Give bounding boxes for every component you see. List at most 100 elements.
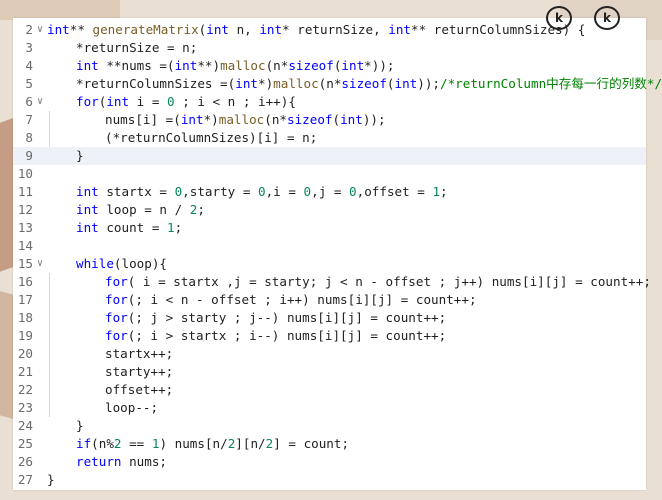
collapse-icon-button[interactable]: k bbox=[546, 6, 572, 30]
code-line[interactable]: 18 for(; j > starty ; j--) nums[i][j] = c… bbox=[13, 309, 646, 327]
code-text: for( i = startx ,j = starty; j < n - off… bbox=[105, 273, 651, 291]
code-token: *returnColumnSizes =( bbox=[76, 76, 236, 91]
code-line[interactable]: 27} bbox=[13, 471, 646, 489]
line-number: 6 bbox=[25, 94, 33, 109]
line-number: 11 bbox=[17, 184, 33, 199]
code-text: starty++; bbox=[105, 363, 173, 381]
line-number: 25 bbox=[17, 436, 33, 451]
line-number: 14 bbox=[17, 238, 33, 253]
code-line[interactable]: 25 if(n%2 == 1) nums[n/2][n/2] = count; bbox=[13, 435, 646, 453]
code-token: 1 bbox=[167, 220, 175, 235]
code-token: ; bbox=[197, 202, 205, 217]
code-token: ) nums[n/ bbox=[159, 436, 228, 451]
code-line[interactable]: 19 for(; i > startx ; i--) nums[i][j] = c… bbox=[13, 327, 646, 345]
code-token: int bbox=[76, 202, 99, 217]
code-token: 1 bbox=[432, 184, 441, 199]
line-number: 16 bbox=[17, 274, 33, 289]
code-line[interactable]: 6 ∨ for(int i = 0 ; i < n ; i++){ bbox=[13, 93, 646, 111]
code-token: int bbox=[180, 112, 204, 127]
code-token: for bbox=[105, 274, 128, 289]
code-token: malloc bbox=[273, 76, 319, 91]
code-token: (; i > startx ; i--) nums[i][j] = count+… bbox=[127, 328, 447, 343]
code-line[interactable]: 20 startx++; bbox=[13, 345, 646, 363]
code-text: } bbox=[76, 147, 84, 165]
code-token: i = bbox=[129, 94, 168, 109]
top-controls: k k bbox=[546, 6, 620, 30]
code-token: (; j > starty ; j--) nums[i][j] = count+… bbox=[127, 310, 447, 325]
code-token: malloc bbox=[220, 58, 266, 73]
code-token: starty++; bbox=[105, 364, 174, 379]
line-number: 18 bbox=[17, 310, 33, 325]
code-token: 2 bbox=[113, 436, 122, 451]
line-number: 12 bbox=[17, 202, 33, 217]
code-token: while bbox=[76, 256, 114, 271]
code-text: for(; j > starty ; j--) nums[i][j] = cou… bbox=[105, 309, 446, 327]
code-line[interactable]: 16 for( i = startx ,j = starty; j < n - o… bbox=[13, 273, 651, 291]
code-line[interactable]: 13 int count = 1; bbox=[13, 219, 646, 237]
code-token: for bbox=[105, 310, 128, 325]
code-token: offset++; bbox=[105, 382, 174, 397]
background-shape bbox=[0, 0, 120, 20]
code-token: startx = bbox=[98, 184, 175, 199]
indent-guide bbox=[49, 345, 50, 363]
code-token: (*returnColumnSizes)[i] = n; bbox=[105, 130, 318, 145]
line-number: 22 bbox=[17, 382, 33, 397]
collapse-icon-button[interactable]: k bbox=[594, 6, 620, 30]
code-line[interactable]: 4 int **nums =(int**)malloc(n*sizeof(int*… bbox=[13, 57, 646, 75]
code-token: ,starty = bbox=[182, 184, 258, 199]
code-token: (n* bbox=[265, 58, 289, 73]
code-text: int** generateMatrix(int n, int* returnS… bbox=[47, 21, 585, 39]
code-line[interactable]: 22 offset++; bbox=[13, 381, 646, 399]
code-token: sizeof bbox=[288, 58, 334, 73]
code-token: ,i = bbox=[265, 184, 304, 199]
code-token: int bbox=[76, 58, 99, 73]
code-line[interactable]: 11 int startx = 0,starty = 0,i = 0,j = 0,… bbox=[13, 183, 646, 201]
fold-chevron-icon[interactable]: ∨ bbox=[33, 21, 47, 39]
code-line[interactable]: 24} bbox=[13, 417, 646, 435]
code-token: (n% bbox=[91, 436, 114, 451]
line-number: 20 bbox=[17, 346, 33, 361]
fold-chevron-icon[interactable]: ∨ bbox=[33, 255, 47, 273]
code-line[interactable]: 9} bbox=[13, 147, 646, 165]
code-text: int startx = 0,starty = 0,i = 0,j = 0,of… bbox=[76, 183, 448, 201]
code-token: return bbox=[76, 454, 122, 469]
code-line[interactable]: 8 (*returnColumnSizes)[i] = n; bbox=[13, 129, 646, 147]
code-line[interactable]: 7 nums[i] =(int*)malloc(n*sizeof(int)); bbox=[13, 111, 646, 129]
code-line[interactable]: 10 bbox=[13, 165, 646, 183]
code-editor[interactable]: 2 ∨ int** generateMatrix(int n, int* retur… bbox=[13, 18, 662, 490]
code-token: ][n/ bbox=[235, 436, 266, 451]
code-token: n, bbox=[229, 22, 260, 37]
code-text: for(; i < n - offset ; i++) nums[i][j] =… bbox=[105, 291, 477, 309]
code-line[interactable]: 23 loop--; bbox=[13, 399, 646, 417]
indent-guide bbox=[49, 327, 50, 345]
indent-guide bbox=[49, 381, 50, 399]
code-token: for bbox=[105, 328, 128, 343]
code-line[interactable]: 15 ∨ while(loop){ bbox=[13, 255, 646, 273]
code-token: (loop){ bbox=[113, 256, 167, 271]
line-number: 15 bbox=[17, 256, 33, 271]
code-token: ; bbox=[174, 220, 183, 235]
code-line[interactable]: 26 return nums; bbox=[13, 453, 646, 471]
code-line[interactable]: 17 for(; i < n - offset ; i++) nums[i][j]… bbox=[13, 291, 646, 309]
code-line[interactable]: 14 bbox=[13, 237, 646, 255]
code-text: } bbox=[47, 471, 55, 489]
code-token: int bbox=[388, 22, 411, 37]
code-token: } bbox=[47, 472, 55, 487]
code-token: (n* bbox=[318, 76, 342, 91]
code-token: ,offset = bbox=[356, 184, 433, 199]
code-token: for bbox=[76, 94, 99, 109]
line-number: 4 bbox=[25, 58, 33, 73]
fold-chevron-icon[interactable]: ∨ bbox=[33, 93, 47, 111]
indent-guide bbox=[49, 129, 50, 147]
line-number: 27 bbox=[17, 472, 33, 487]
code-line[interactable]: 3 *returnSize = n; bbox=[13, 39, 646, 57]
code-line[interactable]: 12 int loop = n / 2; bbox=[13, 201, 646, 219]
indent-guide bbox=[49, 111, 50, 129]
code-text: int **nums =(int**)malloc(n*sizeof(int*)… bbox=[76, 57, 395, 75]
code-token: count = bbox=[98, 220, 167, 235]
code-line[interactable]: 21 starty++; bbox=[13, 363, 646, 381]
code-token: ; bbox=[440, 184, 448, 199]
code-token: } bbox=[76, 148, 84, 163]
code-token: startx++; bbox=[105, 346, 174, 361]
code-line[interactable]: 5 *returnColumnSizes =(int*)malloc(n*size… bbox=[13, 75, 662, 93]
